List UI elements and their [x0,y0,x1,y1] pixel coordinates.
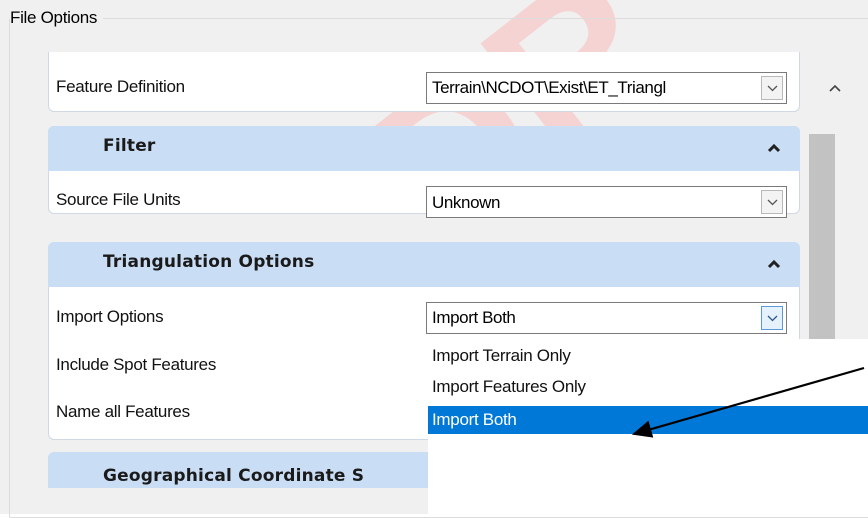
feature-definition-dropdown-button[interactable] [761,76,783,100]
source-file-units-value: Unknown [432,193,501,212]
dropdown-option-import-terrain-only[interactable]: Import Terrain Only [428,342,868,370]
dropdown-option-import-features-only[interactable]: Import Features Only [428,373,868,401]
groupbox-label: File Options [10,8,104,28]
include-spot-features-label: Include Spot Features [56,355,217,374]
import-options-dropdown-button[interactable] [761,306,783,330]
geographical-section-title: Geographical Coordinate S [103,466,365,486]
filter-section-header[interactable]: Filter [48,126,800,171]
triangulation-section-title: Triangulation Options [103,252,315,272]
chevron-down-icon [767,199,778,206]
chevron-down-icon [767,85,778,92]
chevron-up-icon[interactable] [766,140,782,156]
feature-definition-label: Feature Definition [56,77,185,96]
name-all-features-label: Name all Features [56,402,190,421]
feature-definition-combo[interactable]: Terrain\NCDOT\Exist\ET_Triangl [426,72,787,104]
source-file-units-dropdown-button[interactable] [761,190,783,214]
feature-definition-value: Terrain\NCDOT\Exist\ET_Triangl [432,78,666,97]
triangulation-section-header[interactable]: Triangulation Options [48,242,800,287]
source-file-units-combo[interactable]: Unknown [426,186,787,218]
dropdown-option-import-both[interactable]: Import Both [428,406,868,434]
import-options-combo[interactable]: Import Both [426,302,787,334]
filter-section-title: Filter [103,136,156,156]
import-options-value: Import Both [432,308,516,327]
chevron-up-icon[interactable] [766,256,782,272]
import-options-dropdown-list: Import Terrain Only Import Features Only… [428,339,868,514]
import-options-label: Import Options [56,307,164,326]
chevron-down-icon [767,315,778,322]
scroll-up-icon[interactable] [826,79,844,97]
source-file-units-label: Source File Units [56,190,181,209]
